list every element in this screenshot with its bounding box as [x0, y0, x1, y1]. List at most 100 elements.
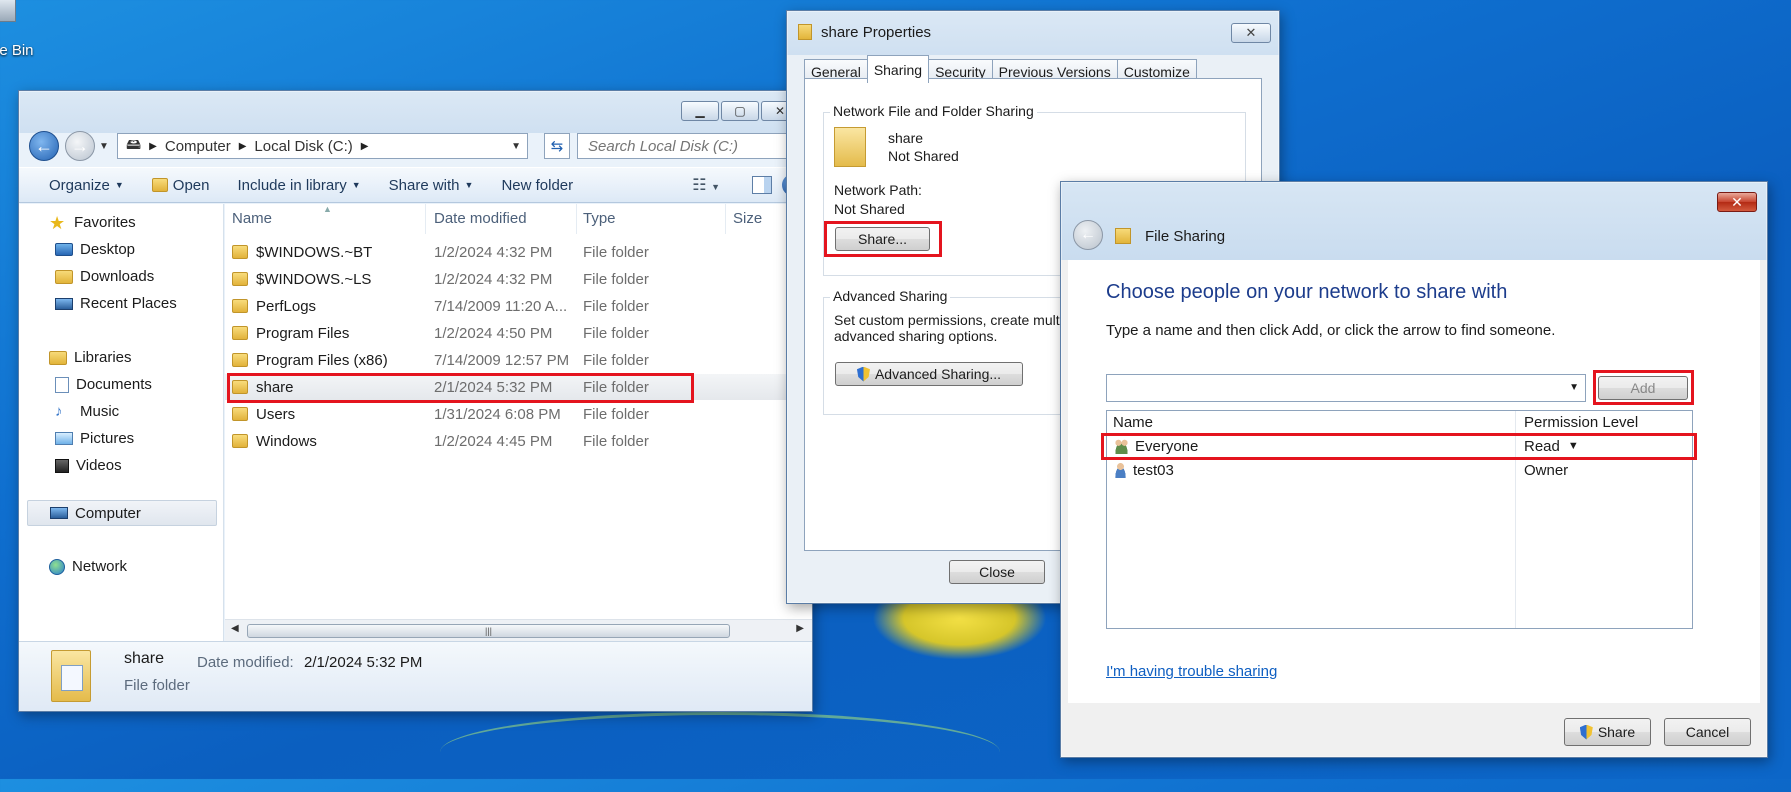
view-options-icon[interactable]: ☷ ▼ [692, 175, 720, 195]
nav-downloads[interactable]: Downloads [55, 268, 154, 285]
file-type: File folder [583, 297, 649, 315]
scrollbar-thumb[interactable]: ||| [247, 624, 730, 638]
people-name-combobox[interactable]: ▼ [1106, 374, 1586, 402]
column-header-name[interactable]: Name [1113, 414, 1153, 431]
search-box[interactable] [577, 133, 807, 159]
refresh-button[interactable]: ⇆ [544, 133, 570, 159]
breadcrumb-arrow-icon[interactable]: ▶ [149, 141, 157, 152]
file-name: Program Files [256, 324, 350, 342]
file-row[interactable]: PerfLogs 7/14/2009 11:20 A... File folde… [225, 293, 812, 319]
nav-network[interactable]: Network [49, 558, 127, 575]
explorer-window: ▁ ▢ ✕ ← → ▼ 🖴 ▶ Computer ▶ Local Disk (C… [18, 90, 813, 712]
column-header-permission[interactable]: Permission Level [1524, 414, 1638, 431]
advanced-sharing-label: Advanced Sharing... [874, 366, 1002, 382]
preview-pane-icon[interactable] [752, 176, 772, 194]
recycle-bin-label: le Bin [0, 42, 34, 59]
close-icon: ✕ [1245, 25, 1257, 40]
scroll-right-icon[interactable]: ▶ [796, 623, 804, 634]
nav-favorites[interactable]: ★ Favorites [49, 214, 136, 232]
nav-music[interactable]: ♪ Music [55, 403, 119, 420]
wizard-heading: Choose people on your network to share w… [1106, 281, 1508, 303]
share-with-menu[interactable]: Share with ▼ [375, 177, 488, 194]
new-folder-button[interactable]: New folder [487, 177, 587, 194]
back-arrow-icon: ← [35, 135, 53, 156]
add-button[interactable]: Add [1598, 376, 1688, 400]
nav-desktop[interactable]: Desktop [55, 241, 135, 258]
permission-dropdown[interactable]: Read ▼ [1524, 438, 1579, 455]
recycle-bin-desktop-icon[interactable]: le Bin [0, 0, 42, 62]
file-row[interactable]: Users 1/31/2024 6:08 PM File folder [225, 401, 812, 427]
recent-pages-dropdown[interactable]: ▼ [99, 141, 109, 152]
folder-icon [232, 299, 248, 313]
address-bar[interactable]: 🖴 ▶ Computer ▶ Local Disk (C:) ▶ ▼ [117, 133, 528, 159]
nav-documents[interactable]: Documents [55, 376, 152, 393]
horizontal-scrollbar[interactable]: ◀ ||| ▶ [225, 619, 812, 641]
nav-pictures[interactable]: Pictures [55, 430, 134, 447]
column-header-type[interactable]: Type [576, 204, 726, 234]
file-row[interactable]: Program Files 1/2/2024 4:50 PM File fold… [225, 320, 812, 346]
column-header-date[interactable]: Date modified [427, 204, 577, 234]
back-button[interactable]: ← [29, 131, 59, 161]
breadcrumb-arrow-icon[interactable]: ▶ [239, 141, 247, 152]
organize-menu[interactable]: Organize ▼ [19, 177, 138, 194]
breadcrumb-computer[interactable]: Computer [165, 138, 231, 155]
forward-button[interactable]: → [65, 131, 95, 161]
file-date: 1/2/2024 4:45 PM [434, 432, 553, 450]
nav-computer[interactable]: Computer [27, 500, 217, 526]
breadcrumb-local-disk[interactable]: Local Disk (C:) [254, 138, 352, 155]
details-pane: share Date modified: 2/1/2024 5:32 PM Fi… [19, 641, 812, 711]
nav-libraries[interactable]: Libraries [49, 349, 132, 366]
chevron-down-icon[interactable]: ▼ [1569, 382, 1579, 393]
nav-recent-places[interactable]: Recent Places [55, 295, 177, 312]
address-dropdown-icon[interactable]: ▼ [511, 141, 521, 152]
share-confirm-button[interactable]: Share [1564, 718, 1651, 746]
share-confirm-label: Share [1597, 724, 1636, 740]
user-icon [1113, 462, 1128, 478]
person-name: test03 [1133, 461, 1174, 479]
column-header-name[interactable]: ▲ Name [225, 204, 426, 234]
advanced-sharing-button[interactable]: Advanced Sharing... [835, 362, 1023, 386]
videos-icon [55, 458, 69, 473]
close-button[interactable]: ✕ [1231, 23, 1271, 43]
close-dialog-button[interactable]: Close [949, 560, 1045, 584]
column-date-label: Date modified [434, 210, 527, 227]
include-in-library-menu[interactable]: Include in library ▼ [224, 177, 375, 194]
minimize-button[interactable]: ▁ [681, 101, 719, 121]
file-row[interactable]: $WINDOWS.~BT 1/2/2024 4:32 PM File folde… [225, 239, 812, 265]
chevron-down-icon: ▼ [1567, 440, 1579, 452]
command-bar: Organize ▼ Open Include in library ▼ Share… [19, 167, 812, 203]
file-row[interactable]: $WINDOWS.~LS 1/2/2024 4:32 PM File folde… [225, 266, 812, 292]
list-item-everyone[interactable]: Everyone Read ▼ [1107, 434, 1692, 458]
maximize-button[interactable]: ▢ [721, 101, 759, 121]
file-type: File folder [583, 405, 649, 423]
organize-label: Organize [49, 176, 110, 194]
wizard-title: File Sharing [1145, 228, 1226, 245]
music-icon: ♪ [55, 402, 63, 420]
details-kind: File folder [124, 677, 190, 694]
list-item-test03[interactable]: test03 Owner [1107, 458, 1692, 482]
scroll-left-icon[interactable]: ◀ [231, 623, 239, 634]
cancel-button[interactable]: Cancel [1664, 718, 1751, 746]
file-row-selected[interactable]: share 2/1/2024 5:32 PM File folder [225, 374, 812, 400]
share-button[interactable]: Share... [835, 227, 930, 251]
file-sharing-icon [1115, 228, 1131, 244]
back-arrow-icon: ← [1080, 226, 1096, 243]
permission-level: Owner [1524, 461, 1569, 479]
tab-sharing[interactable]: Sharing [866, 55, 930, 83]
open-button[interactable]: Open [138, 177, 224, 194]
close-button[interactable]: ✕ [1717, 192, 1757, 212]
nav-videos[interactable]: Videos [55, 457, 122, 474]
navigation-pane: ★ Favorites Desktop Downloads Recent Plac… [19, 204, 224, 646]
breadcrumb-arrow-icon[interactable]: ▶ [361, 141, 369, 152]
file-row[interactable]: Windows 1/2/2024 4:45 PM File folder [225, 428, 812, 454]
permissions-list: Name Permission Level Everyone Read ▼ tes… [1101, 410, 1697, 629]
file-row[interactable]: Program Files (x86) 7/14/2009 12:57 PM F… [225, 347, 812, 373]
forward-arrow-icon: → [71, 135, 89, 156]
file-date: 1/2/2024 4:32 PM [434, 270, 553, 288]
back-button[interactable]: ← [1073, 220, 1103, 250]
search-input[interactable] [586, 136, 798, 156]
file-date: 1/2/2024 4:50 PM [434, 324, 553, 342]
trouble-sharing-link[interactable]: I'm having trouble sharing [1106, 663, 1277, 680]
pictures-icon [55, 432, 73, 445]
folder-icon [232, 353, 248, 367]
